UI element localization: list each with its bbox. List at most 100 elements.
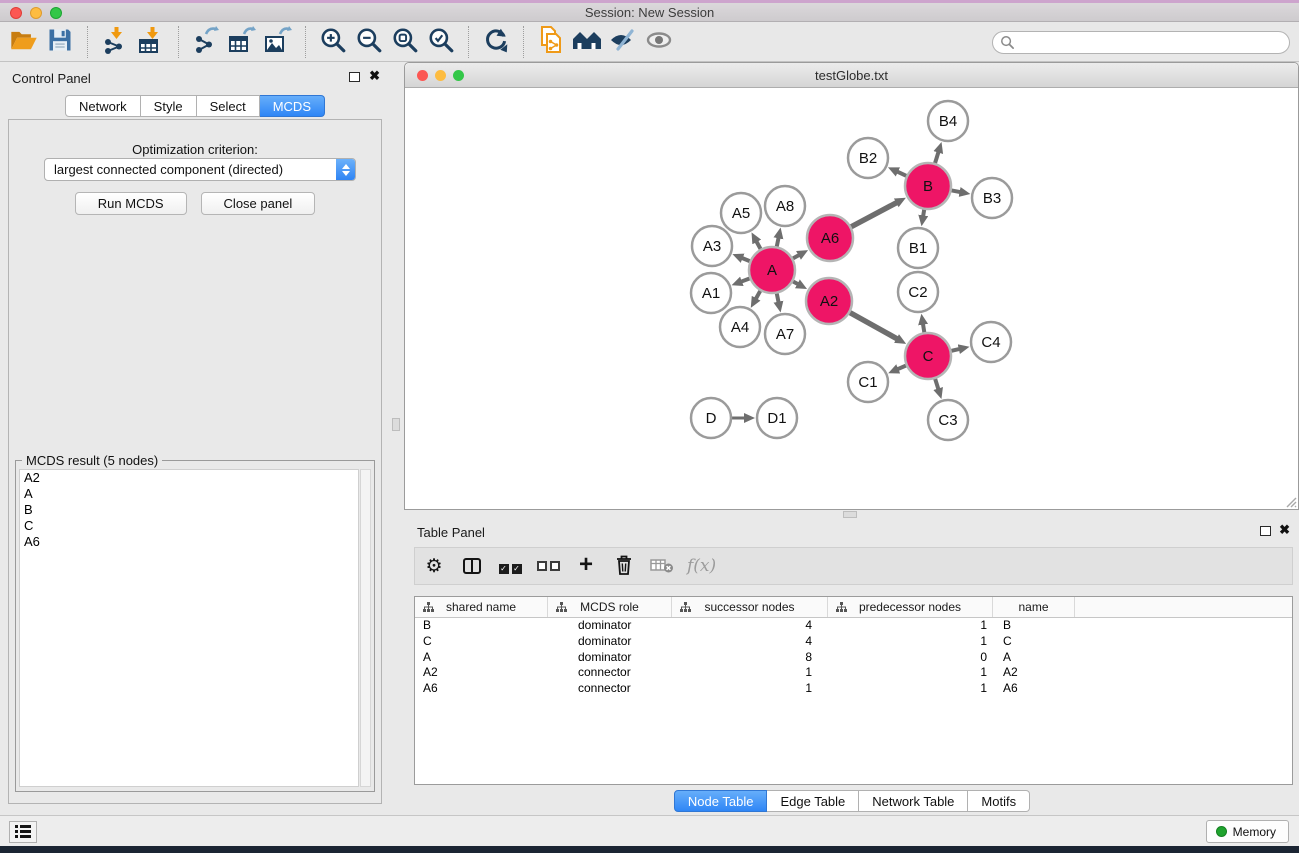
result-item-c[interactable]: C xyxy=(20,518,358,534)
table-cell[interactable]: 1 xyxy=(672,665,828,681)
table-cell[interactable]: C xyxy=(415,634,548,650)
float-table-panel-icon[interactable] xyxy=(1260,526,1271,536)
horizontal-splitter-handle[interactable] xyxy=(843,511,857,518)
vertical-splitter-handle[interactable] xyxy=(392,418,400,431)
table-tab-network-table[interactable]: Network Table xyxy=(859,790,968,812)
column-header-shared-name[interactable]: shared name xyxy=(415,597,548,617)
table-cell[interactable]: 8 xyxy=(672,650,828,666)
result-item-a[interactable]: A xyxy=(20,486,358,502)
graph-edge-a-a4[interactable] xyxy=(755,291,760,300)
graph-edge-b-b4[interactable] xyxy=(935,151,939,163)
add-column-button[interactable]: + xyxy=(567,549,605,583)
table-cell[interactable]: dominator xyxy=(548,618,672,634)
delete-table-button[interactable] xyxy=(643,549,681,583)
result-item-a6[interactable]: A6 xyxy=(20,534,358,550)
home-button[interactable] xyxy=(569,24,605,60)
show-columns-button[interactable] xyxy=(453,549,491,583)
graph-edge-c-c4[interactable] xyxy=(951,349,960,351)
delete-column-button[interactable] xyxy=(605,549,643,583)
criterion-select[interactable]: largest connected component (directed) xyxy=(44,158,356,181)
table-cell[interactable]: A6 xyxy=(993,681,1075,697)
column-header-predecessor-nodes[interactable]: predecessor nodes xyxy=(828,597,993,617)
export-network-button[interactable] xyxy=(188,24,224,60)
hide-panels-button[interactable] xyxy=(605,24,641,60)
graph-edge-b-b2[interactable] xyxy=(896,171,906,176)
table-cell[interactable]: 0 xyxy=(828,650,993,666)
table-cell[interactable]: A xyxy=(993,650,1075,666)
tab-style[interactable]: Style xyxy=(141,95,197,117)
zoom-out-button[interactable] xyxy=(351,24,387,60)
table-cell[interactable]: connector xyxy=(548,681,672,697)
deselect-all-columns-button[interactable] xyxy=(529,549,567,583)
import-table-button[interactable] xyxy=(133,24,169,60)
table-cell[interactable]: A2 xyxy=(993,665,1075,681)
save-session-button[interactable] xyxy=(42,24,78,60)
export-image-button[interactable] xyxy=(260,24,296,60)
tab-mcds[interactable]: MCDS xyxy=(260,95,325,117)
close-table-panel-icon[interactable]: ✖ xyxy=(1279,522,1290,538)
column-header-mcds-role[interactable]: MCDS role xyxy=(548,597,672,617)
window-resize-grip[interactable] xyxy=(1283,494,1297,508)
graph-edge-c-c2[interactable] xyxy=(923,323,925,333)
import-network-button[interactable] xyxy=(97,24,133,60)
column-header-name[interactable]: name xyxy=(993,597,1075,617)
graph-edge-b-b1[interactable] xyxy=(923,210,924,218)
graph-edge-c-c3[interactable] xyxy=(935,379,939,391)
table-cell[interactable]: 1 xyxy=(672,681,828,697)
table-cell[interactable]: dominator xyxy=(548,634,672,650)
graph-edge-a2-c[interactable] xyxy=(850,313,898,340)
memory-button[interactable]: Memory xyxy=(1206,820,1289,843)
table-cell[interactable]: A6 xyxy=(415,681,548,697)
graph-edge-a-a6[interactable] xyxy=(793,254,800,258)
graph-edge-a-a5[interactable] xyxy=(756,240,761,249)
table-cell[interactable]: A2 xyxy=(415,665,548,681)
network-canvas[interactable]: B4B2BB3A8A5A6A3B1AA1C2A2A4A7C4CC1C3DD1 xyxy=(406,89,1298,509)
graph-edge-c-c1[interactable] xyxy=(896,366,906,370)
zoom-in-button[interactable] xyxy=(315,24,351,60)
table-cell[interactable]: B xyxy=(993,618,1075,634)
search-input[interactable] xyxy=(992,31,1290,54)
table-cell[interactable]: 4 xyxy=(672,618,828,634)
graph-edge-a-a3[interactable] xyxy=(741,258,750,262)
graph-edge-b-b3[interactable] xyxy=(952,190,962,192)
table-tab-node-table[interactable]: Node Table xyxy=(674,790,768,812)
tab-select[interactable]: Select xyxy=(197,95,260,117)
run-mcds-button[interactable]: Run MCDS xyxy=(75,192,187,215)
graph-edge-a6-b[interactable] xyxy=(851,202,898,227)
table-cell[interactable]: connector xyxy=(548,665,672,681)
table-cell[interactable]: C xyxy=(993,634,1075,650)
close-panel-icon[interactable]: ✖ xyxy=(369,68,380,84)
table-cell[interactable]: 1 xyxy=(828,634,993,650)
table-cell[interactable]: A xyxy=(415,650,548,666)
task-history-button[interactable] xyxy=(9,821,37,843)
clone-network-button[interactable] xyxy=(533,24,569,60)
table-cell[interactable]: 4 xyxy=(672,634,828,650)
graph-edge-a-a7[interactable] xyxy=(777,294,779,304)
result-list-scrollbar[interactable] xyxy=(360,469,371,787)
table-cell[interactable]: 1 xyxy=(828,681,993,697)
table-tab-motifs[interactable]: Motifs xyxy=(968,790,1030,812)
tab-network[interactable]: Network xyxy=(65,95,141,117)
zoom-fit-button[interactable] xyxy=(387,24,423,60)
table-tab-edge-table[interactable]: Edge Table xyxy=(767,790,859,812)
export-table-button[interactable] xyxy=(224,24,260,60)
result-item-a2[interactable]: A2 xyxy=(20,470,358,486)
graph-edge-a-a1[interactable] xyxy=(740,278,750,282)
select-all-columns-button[interactable]: ✓✓ xyxy=(491,549,529,583)
table-options-button[interactable]: ⚙ xyxy=(415,549,453,583)
result-item-b[interactable]: B xyxy=(20,502,358,518)
show-hidden-button[interactable] xyxy=(641,24,677,60)
refresh-button[interactable] xyxy=(478,24,514,60)
close-panel-button[interactable]: Close panel xyxy=(201,192,316,215)
table-cell[interactable]: 1 xyxy=(828,665,993,681)
open-file-button[interactable] xyxy=(6,24,42,60)
zoom-selected-button[interactable] xyxy=(423,24,459,60)
float-panel-icon[interactable] xyxy=(349,72,360,82)
table-cell[interactable]: 1 xyxy=(828,618,993,634)
table-cell[interactable]: B xyxy=(415,618,548,634)
graph-edge-a-a2[interactable] xyxy=(793,281,799,284)
function-builder-button[interactable]: f(x) xyxy=(681,549,716,583)
column-header-successor-nodes[interactable]: successor nodes xyxy=(672,597,828,617)
table-cell[interactable]: dominator xyxy=(548,650,672,666)
graph-edge-a-a8[interactable] xyxy=(777,236,779,246)
